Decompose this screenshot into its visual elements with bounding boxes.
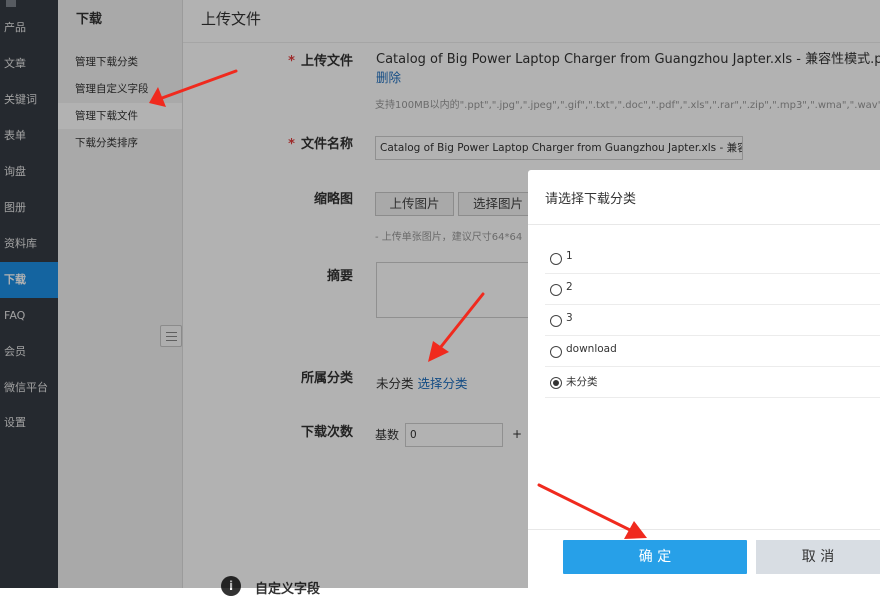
option-label: 未分类 bbox=[566, 376, 598, 388]
category-select-dialog: 请选择下载分类 1 2 3 download 未分类 确 定 取 消 bbox=[528, 170, 880, 588]
radio-button[interactable] bbox=[550, 315, 562, 327]
category-option[interactable]: 2 bbox=[545, 274, 880, 305]
option-label: 3 bbox=[566, 312, 573, 324]
category-option[interactable]: 1 bbox=[545, 243, 880, 274]
category-option[interactable]: 3 bbox=[545, 305, 880, 336]
option-label: 2 bbox=[566, 281, 573, 293]
option-label: 1 bbox=[566, 250, 573, 262]
dialog-footer-divider bbox=[528, 529, 880, 530]
confirm-button[interactable]: 确 定 bbox=[563, 540, 747, 574]
radio-button[interactable] bbox=[550, 253, 562, 265]
dialog-header-divider bbox=[528, 224, 880, 225]
radio-button[interactable] bbox=[550, 346, 562, 358]
category-option[interactable]: 未分类 bbox=[545, 367, 880, 398]
option-label: download bbox=[566, 343, 617, 355]
radio-button[interactable] bbox=[550, 284, 562, 296]
cancel-button[interactable]: 取 消 bbox=[756, 540, 880, 574]
radio-button-checked[interactable] bbox=[550, 377, 562, 389]
dialog-title: 请选择下载分类 bbox=[545, 192, 637, 207]
category-option[interactable]: download bbox=[545, 336, 880, 367]
